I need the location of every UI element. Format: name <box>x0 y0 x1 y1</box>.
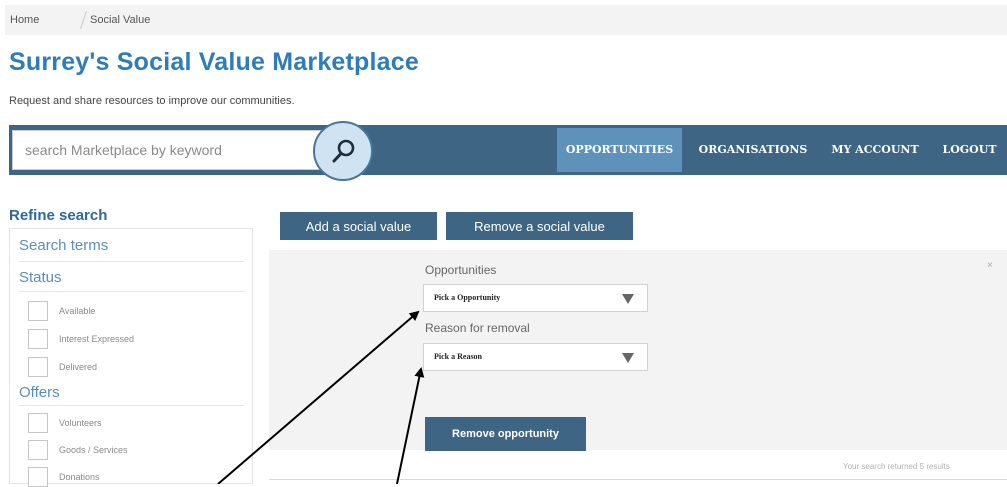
search-terms-link[interactable]: Search terms <box>19 237 108 254</box>
triangle-down-icon <box>622 353 634 363</box>
status-delivered-checkbox[interactable] <box>28 357 48 377</box>
opportunity-select-value: Pick a Opportunity <box>434 293 501 302</box>
reason-select-value: Pick a Reason <box>434 352 482 361</box>
nav-my-account[interactable]: MY ACCOUNT <box>820 128 930 172</box>
remove-social-value-button[interactable]: Remove a social value <box>446 212 633 240</box>
nav-organisations[interactable]: ORGANISATIONS <box>688 128 818 172</box>
breadcrumb-home-link[interactable]: Home <box>10 14 39 26</box>
status-available-checkbox[interactable] <box>28 301 48 321</box>
nav-logout[interactable]: LOGOUT <box>932 128 1007 172</box>
status-heading: Status <box>19 269 62 286</box>
add-social-value-button[interactable]: Add a social value <box>280 212 437 240</box>
refine-search-title: Refine search <box>9 207 108 224</box>
reason-label: Reason for removal <box>425 321 530 335</box>
offers-volunteers-checkbox[interactable] <box>28 413 48 433</box>
status-interest-expressed-checkbox[interactable] <box>28 329 48 349</box>
refine-sidebar: Search terms Status Available Interest E… <box>9 228 253 487</box>
offers-goods-services-checkbox[interactable] <box>28 440 48 460</box>
status-available-label: Available <box>59 306 96 316</box>
triangle-down-icon <box>622 294 634 304</box>
results-count: Your search returned 5 results <box>843 462 950 471</box>
offers-volunteers-label: Volunteers <box>59 418 102 428</box>
search-box <box>12 130 332 170</box>
breadcrumb: Home Social Value <box>5 5 1007 35</box>
page-subtitle: Request and share resources to improve o… <box>9 95 295 107</box>
page-title: Surrey's Social Value Marketplace <box>9 48 419 76</box>
status-delivered-label: Delivered <box>59 362 98 372</box>
sidebar-divider <box>19 291 244 292</box>
sidebar-divider <box>19 405 244 406</box>
offers-goods-services-label: Goods / Services <box>59 445 128 455</box>
results-divider <box>269 479 1007 480</box>
breadcrumb-current: Social Value <box>90 14 151 26</box>
magnifier-icon <box>332 139 355 163</box>
close-icon[interactable]: × <box>987 260 993 271</box>
offers-heading: Offers <box>19 384 60 401</box>
status-interest-expressed-label: Interest Expressed <box>59 334 135 344</box>
nav-opportunities[interactable]: OPPORTUNITIES <box>557 128 682 172</box>
sidebar-divider <box>19 261 244 262</box>
offers-donations-checkbox[interactable] <box>28 467 48 487</box>
remove-opportunity-button[interactable]: Remove opportunity <box>425 417 586 451</box>
opportunities-label: Opportunities <box>425 263 497 277</box>
offers-donations-label: Donations <box>59 472 100 482</box>
search-button[interactable] <box>313 121 373 181</box>
search-input[interactable] <box>13 131 325 169</box>
reason-select[interactable]: Pick a Reason <box>423 343 648 371</box>
breadcrumb-separator <box>80 11 87 29</box>
opportunity-select[interactable]: Pick a Opportunity <box>423 284 648 312</box>
